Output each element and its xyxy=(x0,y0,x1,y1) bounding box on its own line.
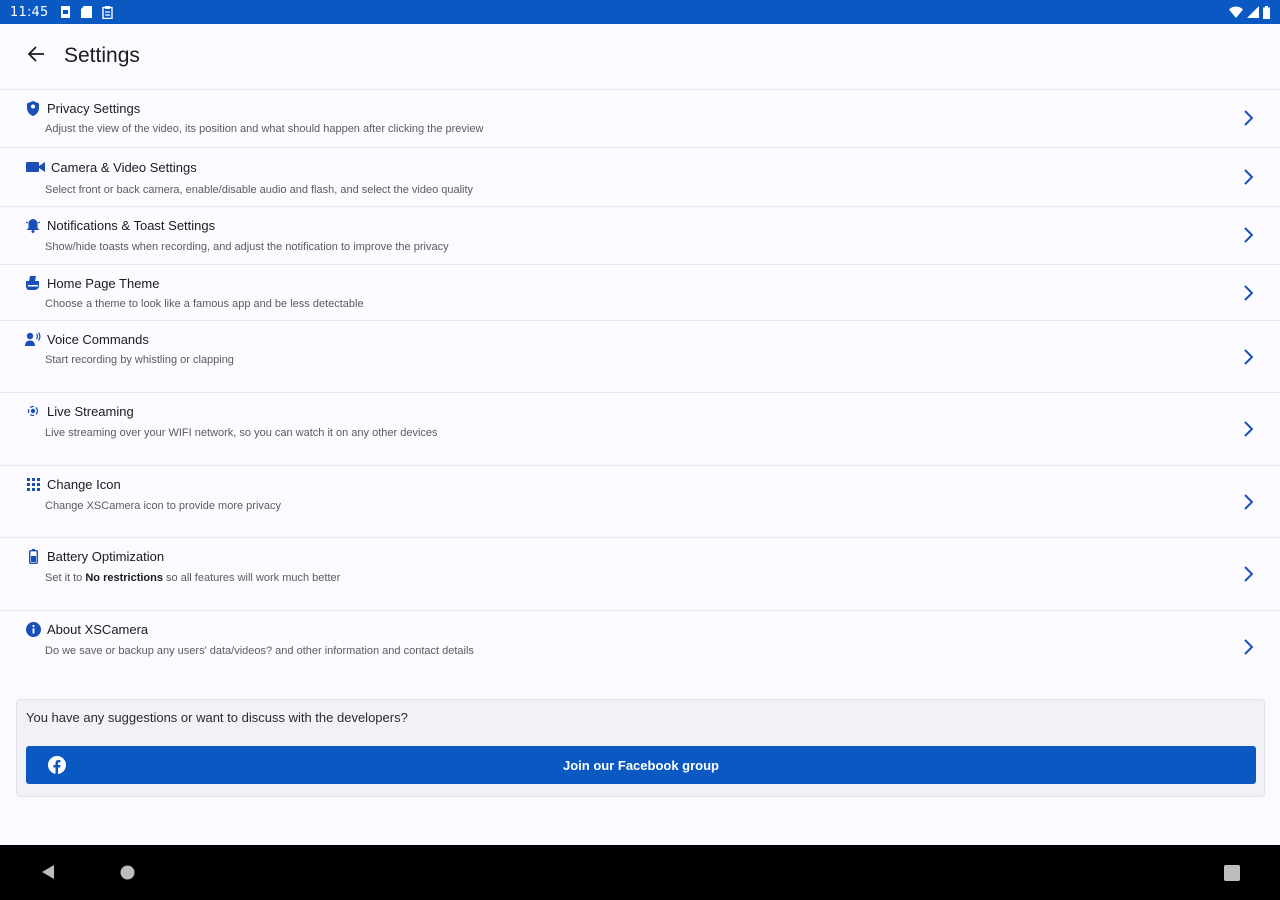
chevron-right-icon xyxy=(1238,492,1258,512)
video-camera-icon xyxy=(25,159,45,175)
signal-icon xyxy=(1247,6,1259,18)
description-bold: No restrictions xyxy=(85,572,163,584)
settings-item-about[interactable]: About XSCamera Do we save or backup any … xyxy=(0,610,1280,682)
live-stream-icon xyxy=(25,403,41,419)
status-bar: 11:45 xyxy=(0,0,1280,24)
app-grid-icon xyxy=(25,476,41,492)
shield-icon xyxy=(25,100,41,116)
clipboard-icon xyxy=(102,5,114,19)
settings-item-description: Set it to No restrictions so all feature… xyxy=(45,572,340,584)
sim-card-icon xyxy=(60,6,71,18)
chevron-right-icon xyxy=(1238,225,1258,245)
nav-home-icon[interactable] xyxy=(120,865,135,885)
description-suffix: so all features will work much better xyxy=(163,572,341,584)
battery-icon xyxy=(25,548,41,564)
settings-item-description: Live streaming over your WIFI network, s… xyxy=(45,427,438,439)
settings-item-title: Live Streaming xyxy=(47,403,134,419)
settings-item-live-streaming[interactable]: Live Streaming Live streaming over your … xyxy=(0,392,1280,465)
settings-item-title: Battery Optimization xyxy=(47,548,165,564)
nav-back-icon[interactable] xyxy=(40,864,56,885)
settings-item-description: Show/hide toasts when recording, and adj… xyxy=(45,241,449,253)
settings-item-notifications[interactable]: Notifications & Toast Settings Show/hide… xyxy=(0,206,1280,264)
settings-item-title: About XSCamera xyxy=(47,621,149,637)
settings-item-battery[interactable]: Battery Optimization Set it to No restri… xyxy=(0,537,1280,610)
chevron-right-icon xyxy=(1238,637,1258,657)
description-prefix: Set it to xyxy=(45,572,86,584)
settings-item-description: Start recording by whistling or clapping xyxy=(45,354,234,366)
settings-item-title: Notifications & Toast Settings xyxy=(47,217,216,233)
info-icon xyxy=(25,621,41,637)
settings-item-title: Home Page Theme xyxy=(47,275,160,291)
settings-item-camera-video[interactable]: Camera & Video Settings Select front or … xyxy=(0,147,1280,206)
navigation-bar xyxy=(0,845,1280,900)
settings-item-home-theme[interactable]: Home Page Theme Choose a theme to look l… xyxy=(0,264,1280,320)
settings-item-title: Voice Commands xyxy=(47,331,149,347)
notification-bell-icon xyxy=(25,217,41,233)
settings-item-voice-commands[interactable]: Voice Commands Start recording by whistl… xyxy=(0,320,1280,392)
wifi-icon xyxy=(1229,6,1243,18)
app-bar: Settings xyxy=(0,24,1280,88)
sd-card-icon xyxy=(81,6,93,18)
back-button[interactable] xyxy=(12,32,60,80)
settings-item-privacy[interactable]: Privacy Settings Adjust the view of the … xyxy=(0,89,1280,147)
settings-item-description: Change XSCamera icon to provide more pri… xyxy=(45,500,282,512)
chevron-right-icon xyxy=(1238,347,1258,367)
settings-item-change-icon[interactable]: Change Icon Change XSCamera icon to prov… xyxy=(0,465,1280,537)
settings-list: Privacy Settings Adjust the view of the … xyxy=(0,89,1280,682)
suggestion-text: You have any suggestions or want to disc… xyxy=(26,710,408,725)
chevron-right-icon xyxy=(1238,108,1258,128)
suggestion-card: You have any suggestions or want to disc… xyxy=(16,699,1265,797)
facebook-icon xyxy=(48,756,66,774)
nav-recents-icon[interactable] xyxy=(1224,865,1240,886)
status-time: 11:45 xyxy=(10,4,49,20)
chevron-right-icon xyxy=(1238,564,1258,584)
page-title: Settings xyxy=(64,44,140,67)
chevron-right-icon xyxy=(1238,419,1258,439)
settings-item-title: Camera & Video Settings xyxy=(51,159,197,175)
settings-item-description: Adjust the view of the video, its positi… xyxy=(45,123,484,135)
arrow-left-icon xyxy=(27,45,45,68)
join-facebook-group-button[interactable]: Join our Facebook group xyxy=(26,746,1256,784)
chevron-right-icon xyxy=(1238,283,1258,303)
settings-item-title: Change Icon xyxy=(47,476,121,492)
settings-item-title: Privacy Settings xyxy=(47,100,141,116)
theme-palette-icon xyxy=(25,275,41,291)
settings-item-description: Choose a theme to look like a famous app… xyxy=(45,298,364,310)
settings-item-description: Select front or back camera, enable/disa… xyxy=(45,184,474,196)
settings-item-description: Do we save or backup any users' data/vid… xyxy=(45,645,474,657)
join-facebook-group-label: Join our Facebook group xyxy=(562,757,719,773)
voice-command-icon xyxy=(25,331,41,347)
chevron-right-icon xyxy=(1238,167,1258,187)
battery-icon xyxy=(1263,5,1270,19)
